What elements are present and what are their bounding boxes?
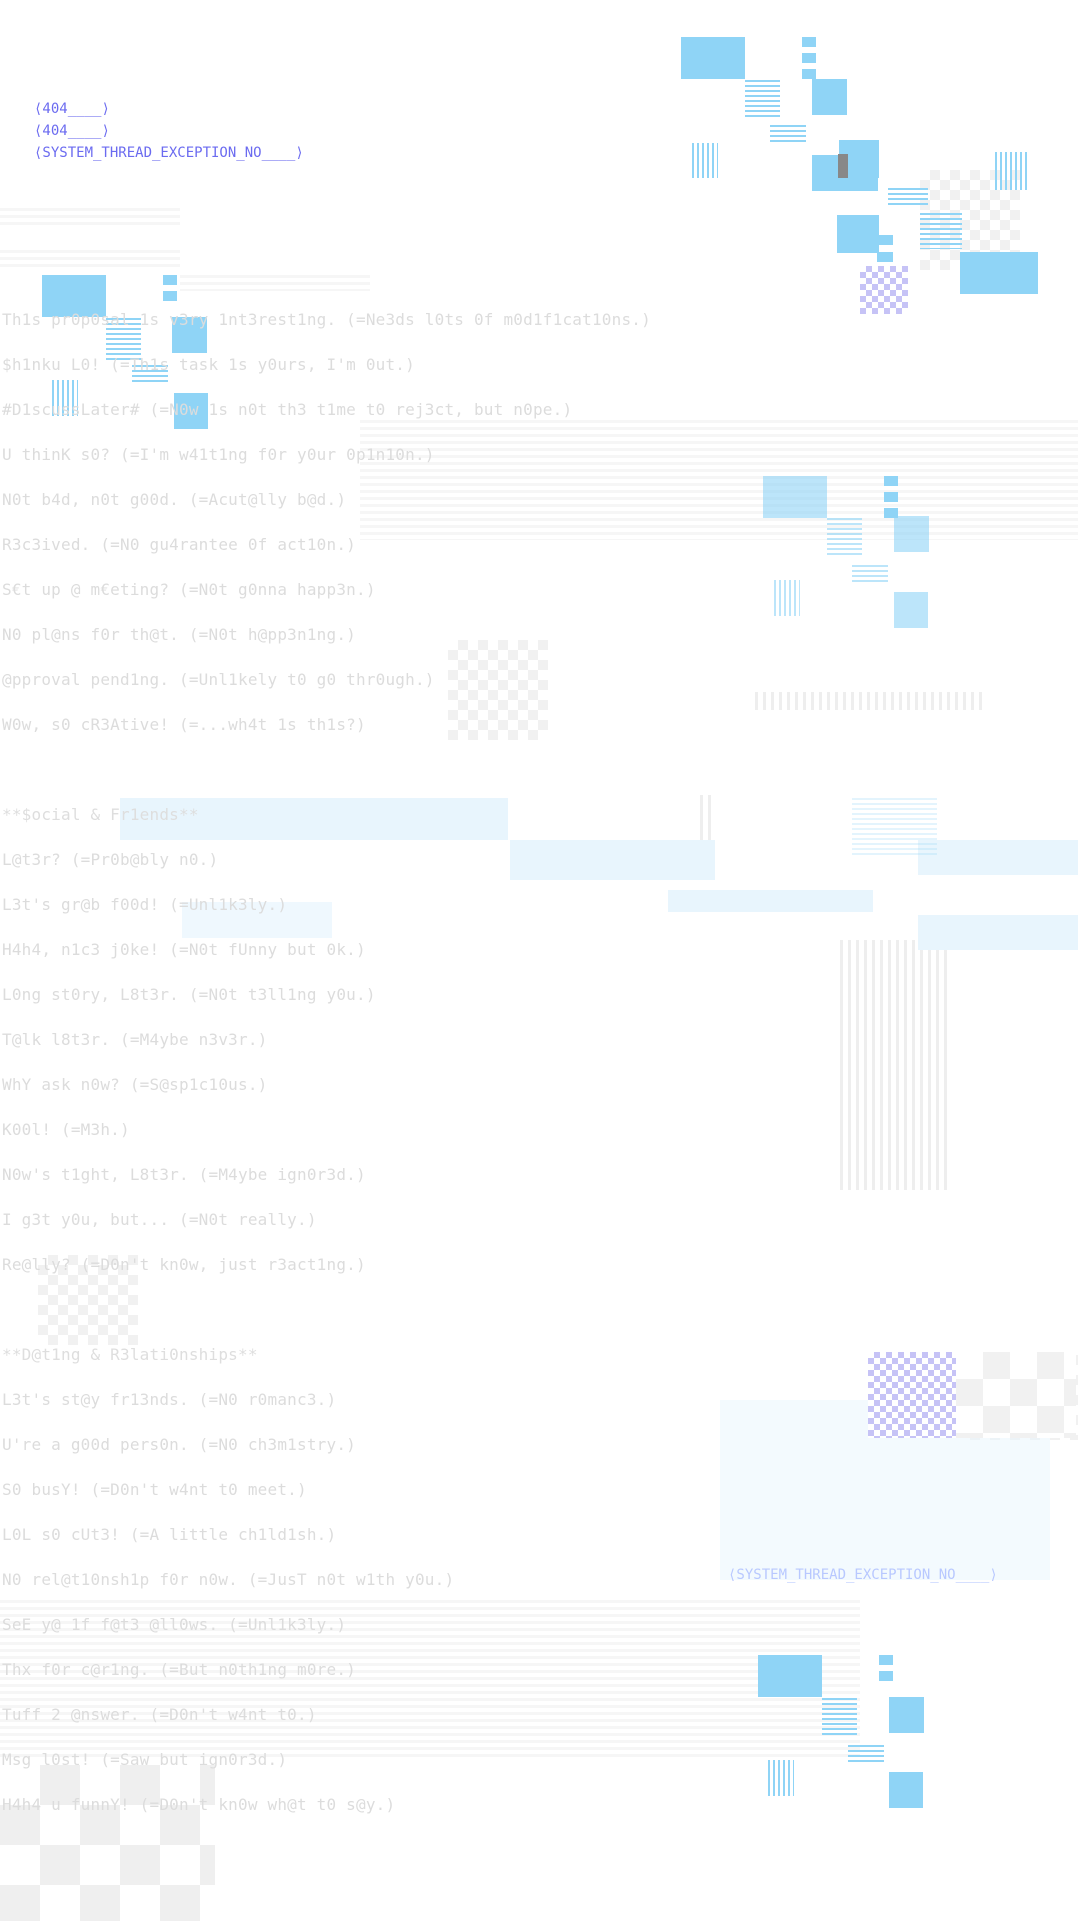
error-code-line: ⟨404____⟩ (34, 123, 110, 139)
error-exception-line: ⟨SYSTEM_THREAD_EXCEPTION_NO____⟩ (34, 145, 304, 161)
section-heading: **D@t1ng & R3lati0nships** (2, 1345, 258, 1364)
list-item: Re@lly? (=D0n't kn0w, just r3act1ng.) (2, 1255, 366, 1274)
list-item: L3t's st@y fr13nds. (=N0 r0manc3.) (2, 1390, 337, 1409)
list-item: K00l! (=M3h.) (2, 1120, 130, 1139)
list-item: N0 pl@ns f0r th@t. (=N0t h@pp3n1ng.) (2, 625, 356, 644)
list-item: N0 rel@t10nsh1p f0r n0w. (=JusT n0t w1th… (2, 1570, 455, 1589)
list-item: U thinK s0? (=I'm w41t1ng f0r y0ur 0p1n1… (2, 445, 435, 464)
list-item: N0w's t1ght, L8t3r. (=M4ybe ign0r3d.) (2, 1165, 366, 1184)
list-item: WhY ask n0w? (=S@sp1c10us.) (2, 1075, 268, 1094)
list-item: S€t up @ m€eting? (=N0t g0nna happ3n.) (2, 580, 376, 599)
error-footer: ⟨SYSTEM_THREAD_EXCEPTION_NO____⟩ (728, 1567, 998, 1583)
list-item: H4h4 u funnY! (=D0n't kn0w wh@t t0 s@y.) (2, 1795, 396, 1814)
list-item: SeE y@ 1f f@t3 @ll0ws. (=Unl1k3ly.) (2, 1615, 347, 1634)
list-item: L3t's gr@b f00d! (=Unl1k3ly.) (2, 895, 288, 914)
list-item: W0w, s0 cR3Ative! (=...wh4t 1s th1s?) (2, 715, 366, 734)
list-item: @pproval pend1ng. (=Unl1kely t0 g0 thr0u… (2, 670, 435, 689)
list-item: I g3t y0u, but... (=N0t really.) (2, 1210, 317, 1229)
section-heading: **$ocial & Fr1ends** (2, 805, 199, 824)
list-item: N0t b4d, n0t g00d. (=Acut@lly b@d.) (2, 490, 347, 509)
list-item: T@lk l8t3r. (=M4ybe n3v3r.) (2, 1030, 268, 1049)
list-item: L0L s0 cUt3! (=A little ch1ld1sh.) (2, 1525, 337, 1544)
list-item: L@t3r? (=Pr0b@bly n0.) (2, 850, 219, 869)
list-item: #D1scussLater# (=N0w 1s n0t th3 t1me t0 … (2, 400, 573, 419)
list-item: Msg l0st! (=Saw but ign0r3d.) (2, 1750, 288, 1769)
list-item: Tuff 2 @nswer. (=D0n't w4nt t0.) (2, 1705, 317, 1724)
list-item: U're a g00d pers0n. (=N0 ch3m1stry.) (2, 1435, 356, 1454)
error-code-line: ⟨404____⟩ (34, 101, 110, 117)
list-item: Thx f0r c@r1ng. (=But n0th1ng m0re.) (2, 1660, 356, 1679)
list-item: L0ng st0ry, L8t3r. (=N0t t3ll1ng y0u.) (2, 985, 376, 1004)
error-header: ⟨404____⟩ ⟨404____⟩ ⟨SYSTEM_THREAD_EXCEP… (34, 98, 304, 164)
list-item: H4h4, n1c3 j0ke! (=N0t fUnny but 0k.) (2, 940, 366, 959)
list-item: Th1s pr0p0sal 1s v3ry 1nt3rest1ng. (=Ne3… (2, 310, 651, 329)
list-item: $h1nku L0! (=Th1s task 1s y0urs, I'm 0ut… (2, 355, 415, 374)
list-item: S0 busY! (=D0n't w4nt t0 meet.) (2, 1480, 307, 1499)
list-item: R3c3ived. (=N0 gu4rantee 0f act10n.) (2, 535, 356, 554)
